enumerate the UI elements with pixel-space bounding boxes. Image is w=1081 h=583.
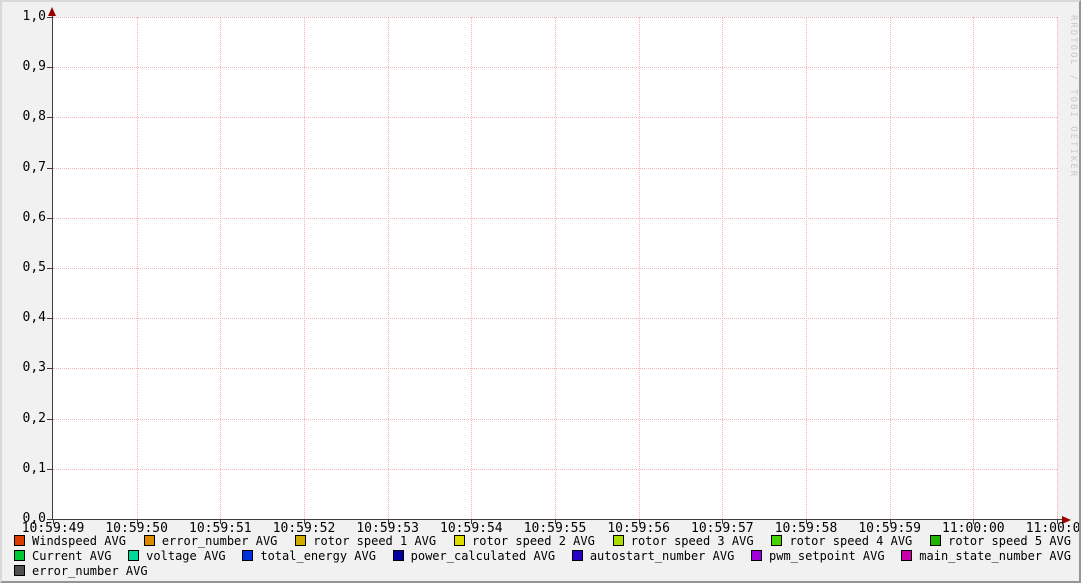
y-axis-arrow-icon xyxy=(48,7,56,16)
legend-swatch-icon xyxy=(572,550,583,561)
legend-item: rotor speed 1 AVG xyxy=(295,534,436,548)
rrdtool-watermark: RRDTOOL / TOBI OETIKER xyxy=(1068,15,1078,178)
grid-line-v xyxy=(555,17,556,519)
legend-label: Current AVG xyxy=(32,549,111,563)
legend-swatch-icon xyxy=(14,565,25,576)
legend-item: rotor speed 4 AVG xyxy=(771,534,912,548)
legend-label: autostart_number AVG xyxy=(590,549,735,563)
legend-label: Windspeed AVG xyxy=(32,534,126,548)
legend-swatch-icon xyxy=(613,535,624,546)
grid-line-v xyxy=(639,17,640,519)
legend-swatch-icon xyxy=(393,550,404,561)
y-tick-label: 0,1 xyxy=(12,462,46,476)
grid-line-v xyxy=(220,17,221,519)
legend-item: error_number AVG xyxy=(14,564,148,578)
legend-item: voltage AVG xyxy=(128,549,225,563)
legend-item: pwm_setpoint AVG xyxy=(751,549,885,563)
legend-swatch-icon xyxy=(751,550,762,561)
legend-item: rotor speed 3 AVG xyxy=(613,534,754,548)
legend-row: Current AVG voltage AVG total_energy AVG po… xyxy=(14,548,1071,563)
y-tick-label: 0,6 xyxy=(12,211,46,225)
legend-swatch-icon xyxy=(930,535,941,546)
y-tick-label: 0,9 xyxy=(12,60,46,74)
legend-item: Current AVG xyxy=(14,549,111,563)
legend-label: error_number AVG xyxy=(162,534,278,548)
legend-label: total_energy AVG xyxy=(260,549,376,563)
legend-label: rotor speed 2 AVG xyxy=(472,534,595,548)
legend-swatch-icon xyxy=(14,550,25,561)
grid-line-v xyxy=(973,17,974,519)
legend-row: error_number AVG xyxy=(14,563,1071,578)
grid-line-v xyxy=(137,17,138,519)
y-tick-label: 1,0 xyxy=(12,10,46,24)
legend-swatch-icon xyxy=(295,535,306,546)
y-tick-label: 0,7 xyxy=(12,161,46,175)
grid-line-v xyxy=(388,17,389,519)
grid-line-v xyxy=(471,17,472,519)
y-tick-label: 0,8 xyxy=(12,110,46,124)
grid-line-v xyxy=(304,17,305,519)
grid-line-v xyxy=(806,17,807,519)
legend-item: total_energy AVG xyxy=(242,549,376,563)
legend-label: rotor speed 1 AVG xyxy=(313,534,436,548)
y-tick-label: 0,3 xyxy=(12,361,46,375)
grid-line-v xyxy=(890,17,891,519)
legend-label: main_state_number AVG xyxy=(919,549,1071,563)
y-axis-line xyxy=(52,11,53,520)
grid-line-v xyxy=(1057,17,1058,519)
grid-line-v xyxy=(722,17,723,519)
legend-item: power_calculated AVG xyxy=(393,549,556,563)
legend: Windspeed AVG error_number AVG rotor speed… xyxy=(14,533,1071,578)
legend-swatch-icon xyxy=(144,535,155,546)
legend-label: power_calculated AVG xyxy=(411,549,556,563)
legend-item: autostart_number AVG xyxy=(572,549,735,563)
legend-label: rotor speed 3 AVG xyxy=(631,534,754,548)
legend-swatch-icon xyxy=(14,535,25,546)
legend-label: voltage AVG xyxy=(146,549,225,563)
y-tick-label: 0,2 xyxy=(12,412,46,426)
legend-label: rotor speed 5 AVG xyxy=(948,534,1071,548)
legend-item: error_number AVG xyxy=(144,534,278,548)
legend-item: main_state_number AVG xyxy=(901,549,1071,563)
legend-swatch-icon xyxy=(242,550,253,561)
legend-label: error_number AVG xyxy=(32,564,148,578)
legend-swatch-icon xyxy=(901,550,912,561)
y-tick-label: 0,5 xyxy=(12,261,46,275)
legend-label: pwm_setpoint AVG xyxy=(769,549,885,563)
legend-item: rotor speed 2 AVG xyxy=(454,534,595,548)
legend-swatch-icon xyxy=(128,550,139,561)
legend-swatch-icon xyxy=(454,535,465,546)
y-tick-label: 0,4 xyxy=(12,311,46,325)
rrdtool-graph-image: 1,00,90,80,70,60,50,40,30,20,10,0 10:59:… xyxy=(0,0,1081,583)
legend-item: rotor speed 5 AVG xyxy=(930,534,1071,548)
x-axis-line xyxy=(52,519,1062,520)
legend-row: Windspeed AVG error_number AVG rotor speed… xyxy=(14,533,1071,548)
legend-swatch-icon xyxy=(771,535,782,546)
legend-label: rotor speed 4 AVG xyxy=(789,534,912,548)
legend-item: Windspeed AVG xyxy=(14,534,126,548)
